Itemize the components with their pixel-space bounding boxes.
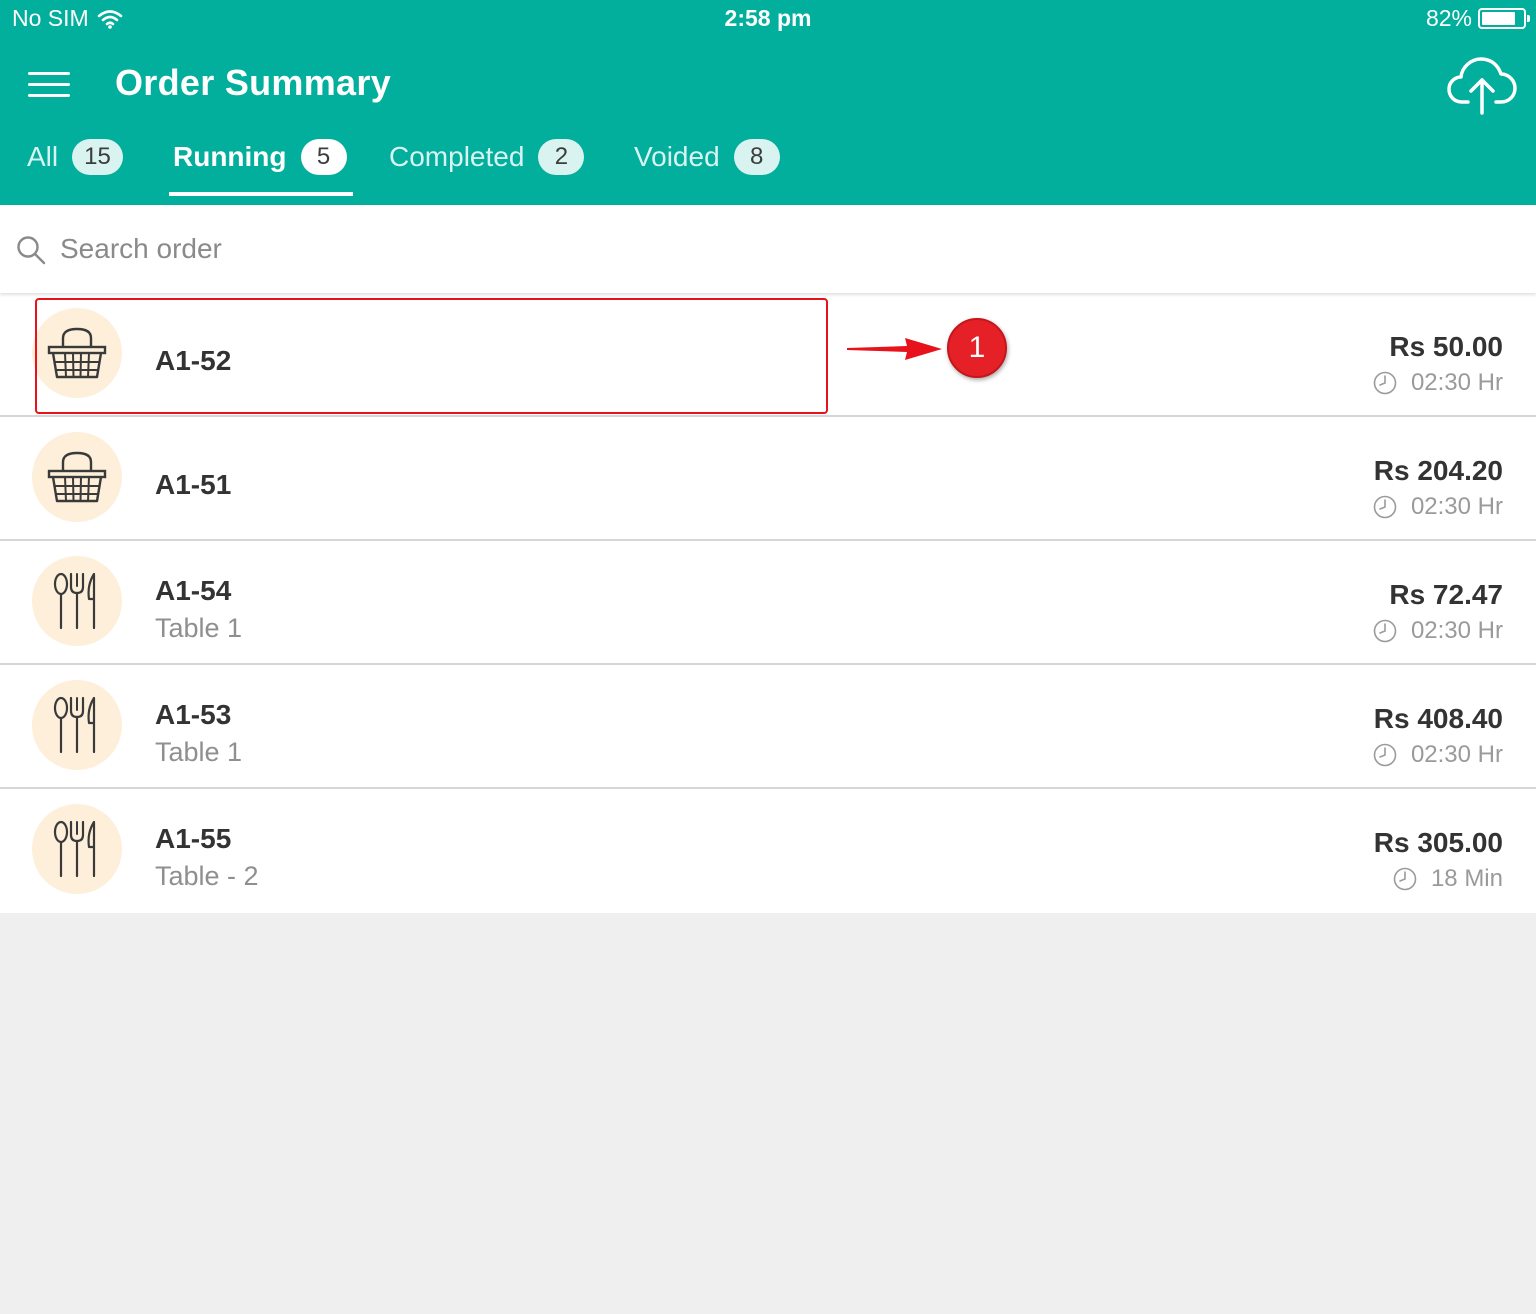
cutlery-icon — [53, 820, 96, 878]
order-avatar — [32, 556, 122, 646]
search-bar — [0, 205, 1536, 293]
tab-label: Voided — [634, 141, 720, 172]
order-time: 02:30 Hr — [1373, 493, 1503, 521]
battery-fill — [1482, 12, 1515, 25]
order-row[interactable]: A1-53 Table 1 Rs 408.40 02:30 Hr — [0, 665, 1536, 789]
order-time-value: 02:30 Hr — [1410, 369, 1503, 396]
clock-icon — [1373, 743, 1397, 767]
page-title: Order Summary — [115, 62, 392, 103]
clock-icon — [1373, 371, 1397, 395]
hamburger-menu-icon-bar — [28, 94, 70, 97]
battery-percentage: 82% — [1425, 5, 1472, 31]
hamburger-menu-icon-bar — [28, 83, 70, 86]
order-time: 02:30 Hr — [1373, 741, 1503, 769]
hamburger-menu-icon — [28, 72, 70, 75]
clock-icon — [1373, 495, 1397, 519]
order-table: Table 1 — [155, 613, 243, 643]
order-time: 02:30 Hr — [1373, 617, 1503, 645]
order-table: Table - 2 — [155, 861, 259, 891]
order-id: A1-54 — [155, 575, 232, 606]
basket-icon — [47, 451, 107, 503]
order-id: A1-53 — [155, 699, 232, 730]
order-avatar — [32, 680, 122, 770]
order-amount: Rs 204.20 — [1373, 455, 1503, 486]
tab-completed[interactable]: Completed 2 — [389, 136, 585, 205]
annotation-arrow-icon — [847, 338, 942, 360]
annotation-step-badge: 1 — [947, 318, 1007, 378]
order-id: A1-55 — [155, 823, 232, 854]
order-time-value: 18 Min — [1430, 865, 1503, 892]
tab-count-badge: 5 — [300, 139, 347, 175]
order-table: Table 1 — [155, 737, 243, 767]
order-time: 18 Min — [1393, 865, 1503, 893]
order-amount: Rs 72.47 — [1389, 579, 1503, 610]
status-right: 82% — [1425, 5, 1530, 32]
order-avatar — [32, 804, 122, 894]
tab-label: All — [27, 141, 59, 172]
battery-cap — [1527, 15, 1530, 22]
tab-count-badge: 8 — [733, 139, 780, 175]
cloud-upload-icon — [1447, 57, 1517, 115]
order-id: A1-51 — [155, 469, 232, 500]
order-time-value: 02:30 Hr — [1410, 741, 1503, 768]
order-status-tabs: All 15 Running 5 Completed 2 Voided 8 — [0, 136, 1536, 205]
upload-button[interactable] — [1446, 56, 1518, 116]
app-header: No SIM 2:58 pm 82% Order Summary All 15 … — [0, 0, 1536, 205]
tab-count-badge: 2 — [538, 139, 585, 175]
clock-icon — [1373, 619, 1397, 643]
order-amount: Rs 305.00 — [1373, 827, 1503, 858]
active-tab-indicator — [169, 192, 353, 196]
order-row[interactable]: A1-51 Rs 204.20 02:30 Hr — [0, 417, 1536, 541]
clock-icon — [1393, 867, 1417, 891]
order-time-value: 02:30 Hr — [1410, 493, 1503, 520]
order-avatar — [32, 432, 122, 522]
tab-all[interactable]: All 15 — [27, 136, 123, 205]
tab-label: Completed — [389, 141, 525, 172]
annotation-highlight-box — [35, 298, 828, 414]
order-amount: Rs 408.40 — [1373, 703, 1503, 734]
order-row[interactable]: A1-54 Table 1 Rs 72.47 02:30 Hr — [0, 541, 1536, 665]
tab-voided[interactable]: Voided 8 — [634, 136, 780, 205]
menu-button[interactable] — [26, 68, 72, 102]
cutlery-icon — [53, 696, 96, 754]
status-bar: No SIM 2:58 pm 82% — [0, 0, 1536, 38]
order-time-value: 02:30 Hr — [1410, 617, 1503, 644]
search-input[interactable] — [58, 225, 1458, 273]
order-row[interactable]: A1-55 Table - 2 Rs 305.00 18 Min — [0, 789, 1536, 913]
search-icon — [17, 236, 46, 265]
status-time: 2:58 pm — [724, 5, 812, 31]
tab-count-badge: 15 — [72, 139, 123, 175]
cutlery-icon — [53, 572, 96, 630]
battery-icon — [1478, 8, 1530, 29]
tab-label: Running — [173, 141, 287, 172]
order-amount: Rs 50.00 — [1389, 331, 1503, 362]
order-time: 02:30 Hr — [1373, 369, 1503, 397]
